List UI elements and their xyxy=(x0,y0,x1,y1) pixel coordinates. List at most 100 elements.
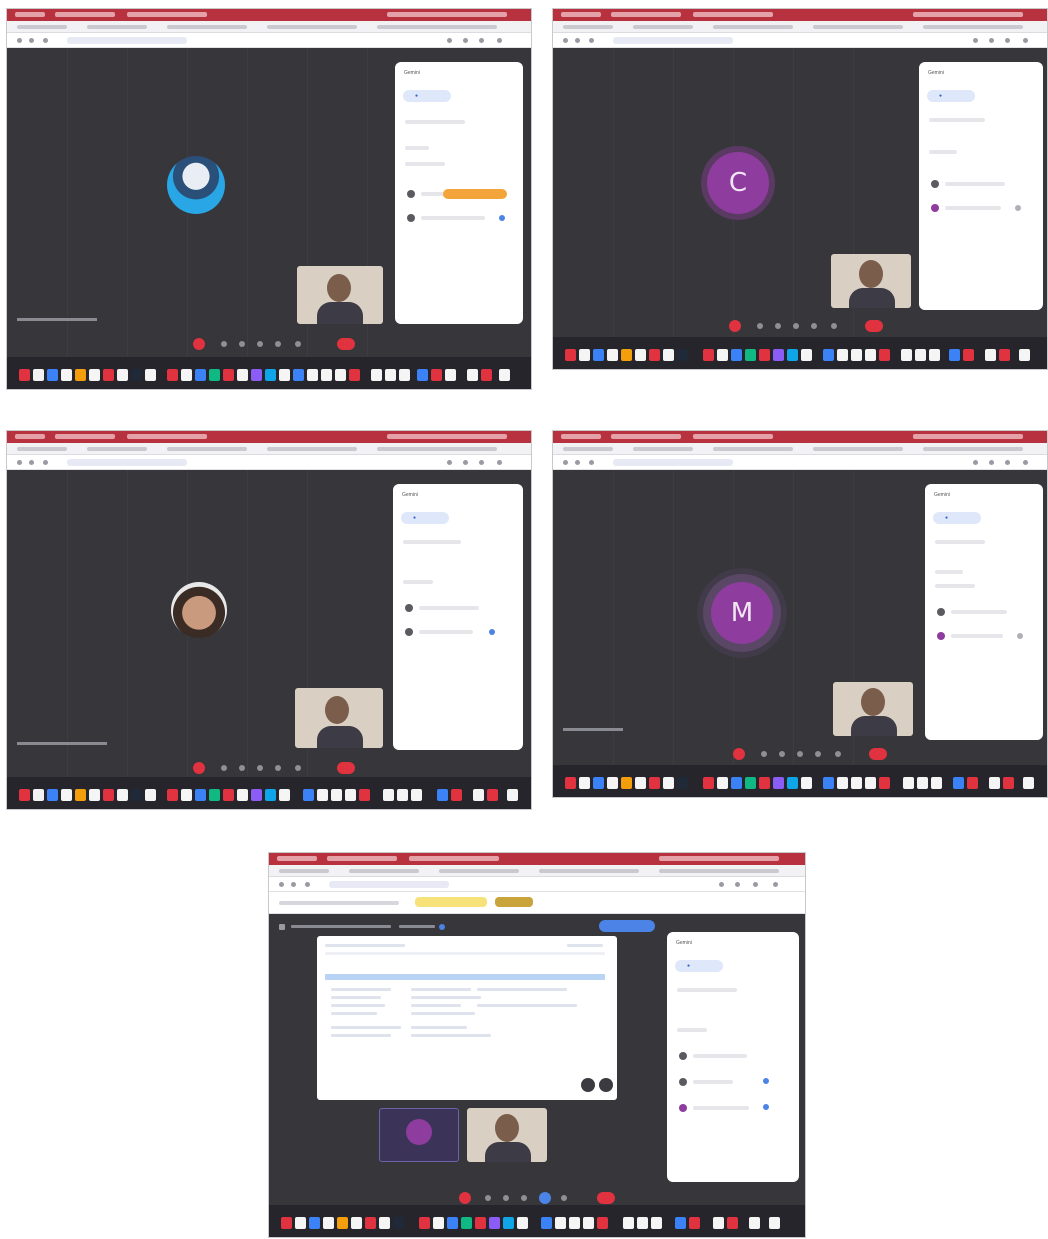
reaction-icon[interactable] xyxy=(797,751,803,757)
dock-app-icon[interactable] xyxy=(489,1217,500,1229)
dock-app-icon[interactable] xyxy=(61,789,72,801)
dock-app-icon[interactable] xyxy=(145,789,156,801)
dock-app-icon[interactable] xyxy=(345,789,356,801)
dock-app-icon[interactable] xyxy=(33,789,44,801)
dock-app-icon[interactable] xyxy=(717,349,728,361)
address-bar[interactable] xyxy=(7,455,531,470)
reaction-icon[interactable] xyxy=(257,341,263,347)
dock-app-icon[interactable] xyxy=(579,777,590,789)
dock-app-icon[interactable] xyxy=(851,777,862,789)
dock-app-icon[interactable] xyxy=(749,1217,760,1229)
dock-app-icon[interactable] xyxy=(635,349,646,361)
dock-app-icon[interactable] xyxy=(565,349,576,361)
dock-app-icon[interactable] xyxy=(475,1217,486,1229)
microphone-icon[interactable] xyxy=(193,338,205,350)
gemini-chip[interactable]: ● xyxy=(675,960,723,972)
browser-tab-bar[interactable] xyxy=(7,21,531,33)
dock-app-icon[interactable] xyxy=(593,349,604,361)
address-bar[interactable] xyxy=(269,877,805,892)
dock-app-icon[interactable] xyxy=(555,1217,566,1229)
dock-app-icon[interactable] xyxy=(473,789,484,801)
camera-icon[interactable] xyxy=(221,341,227,347)
microphone-icon[interactable] xyxy=(459,1192,471,1204)
dock-app-icon[interactable] xyxy=(677,349,688,361)
camera-icon[interactable] xyxy=(485,1195,491,1201)
dock-app-icon[interactable] xyxy=(411,789,422,801)
end-call-icon[interactable] xyxy=(865,320,883,332)
dock-app-icon[interactable] xyxy=(419,1217,430,1229)
dock-app-icon[interactable] xyxy=(281,1217,292,1229)
dock-app-icon[interactable] xyxy=(399,369,410,381)
dock-app-icon[interactable] xyxy=(103,789,114,801)
raise-hand-icon[interactable] xyxy=(831,323,837,329)
browser-tab-bar[interactable] xyxy=(269,865,805,877)
dock-app-icon[interactable] xyxy=(335,369,346,381)
dock-app-icon[interactable] xyxy=(879,777,890,789)
raise-hand-icon[interactable] xyxy=(295,341,301,347)
self-view-video[interactable] xyxy=(833,682,913,736)
dock-app-icon[interactable] xyxy=(1023,777,1034,789)
reaction-icon[interactable] xyxy=(257,765,263,771)
dock-app-icon[interactable] xyxy=(251,369,262,381)
dock-app-icon[interactable] xyxy=(787,349,798,361)
dock-app-icon[interactable] xyxy=(445,369,456,381)
dock-app-icon[interactable] xyxy=(117,369,128,381)
address-bar[interactable] xyxy=(7,33,531,48)
dock-app-icon[interactable] xyxy=(999,349,1010,361)
dock-app-icon[interactable] xyxy=(931,777,942,789)
dock-app-icon[interactable] xyxy=(167,789,178,801)
dock-app-icon[interactable] xyxy=(787,777,798,789)
dock-app-icon[interactable] xyxy=(865,777,876,789)
gemini-chip[interactable]: ● xyxy=(401,512,449,524)
dock-app-icon[interactable] xyxy=(385,369,396,381)
microphone-icon[interactable] xyxy=(193,762,205,774)
dock-app-icon[interactable] xyxy=(663,349,674,361)
more-icon[interactable] xyxy=(811,323,817,329)
microphone-icon[interactable] xyxy=(733,748,745,760)
dock-app-icon[interactable] xyxy=(331,789,342,801)
more-icon[interactable] xyxy=(815,751,821,757)
reaction-icon[interactable] xyxy=(793,323,799,329)
dock-app-icon[interactable] xyxy=(637,1217,648,1229)
zoom-in-icon[interactable] xyxy=(599,1078,613,1092)
dock-app-icon[interactable] xyxy=(823,777,834,789)
present-icon[interactable] xyxy=(775,323,781,329)
dock-app-icon[interactable] xyxy=(565,777,576,789)
dock-app-icon[interactable] xyxy=(583,1217,594,1229)
dock-app-icon[interactable] xyxy=(915,349,926,361)
dock-app-icon[interactable] xyxy=(801,777,812,789)
raise-hand-icon[interactable] xyxy=(295,765,301,771)
zoom-out-icon[interactable] xyxy=(581,1078,595,1092)
dock-app-icon[interactable] xyxy=(19,789,30,801)
dock-app-icon[interactable] xyxy=(769,1217,780,1229)
dock-app-icon[interactable] xyxy=(195,789,206,801)
dock-app-icon[interactable] xyxy=(19,369,30,381)
dock-app-icon[interactable] xyxy=(801,349,812,361)
dock-app-icon[interactable] xyxy=(393,1217,404,1229)
browser-tab-bar[interactable] xyxy=(7,443,531,455)
dock-app-icon[interactable] xyxy=(903,777,914,789)
dock-app-icon[interactable] xyxy=(295,1217,306,1229)
dock-app-icon[interactable] xyxy=(963,349,974,361)
dock-app-icon[interactable] xyxy=(675,1217,686,1229)
dock-app-icon[interactable] xyxy=(731,777,742,789)
dock-app-icon[interactable] xyxy=(703,349,714,361)
dock-app-icon[interactable] xyxy=(703,777,714,789)
dock-app-icon[interactable] xyxy=(879,349,890,361)
dock-app-icon[interactable] xyxy=(433,1217,444,1229)
dock-app-icon[interactable] xyxy=(131,369,142,381)
dock-app-icon[interactable] xyxy=(365,1217,376,1229)
warning-chip[interactable] xyxy=(415,897,487,907)
more-icon[interactable] xyxy=(275,341,281,347)
dock-app-icon[interactable] xyxy=(75,789,86,801)
dock-app-icon[interactable] xyxy=(33,369,44,381)
microphone-icon[interactable] xyxy=(729,320,741,332)
end-call-icon[interactable] xyxy=(337,338,355,350)
dock-app-icon[interactable] xyxy=(47,369,58,381)
dock-app-icon[interactable] xyxy=(579,349,590,361)
dock-app-icon[interactable] xyxy=(759,349,770,361)
dock-app-icon[interactable] xyxy=(265,369,276,381)
dock-app-icon[interactable] xyxy=(145,369,156,381)
dock-app-icon[interactable] xyxy=(467,369,478,381)
dock-app-icon[interactable] xyxy=(649,777,660,789)
